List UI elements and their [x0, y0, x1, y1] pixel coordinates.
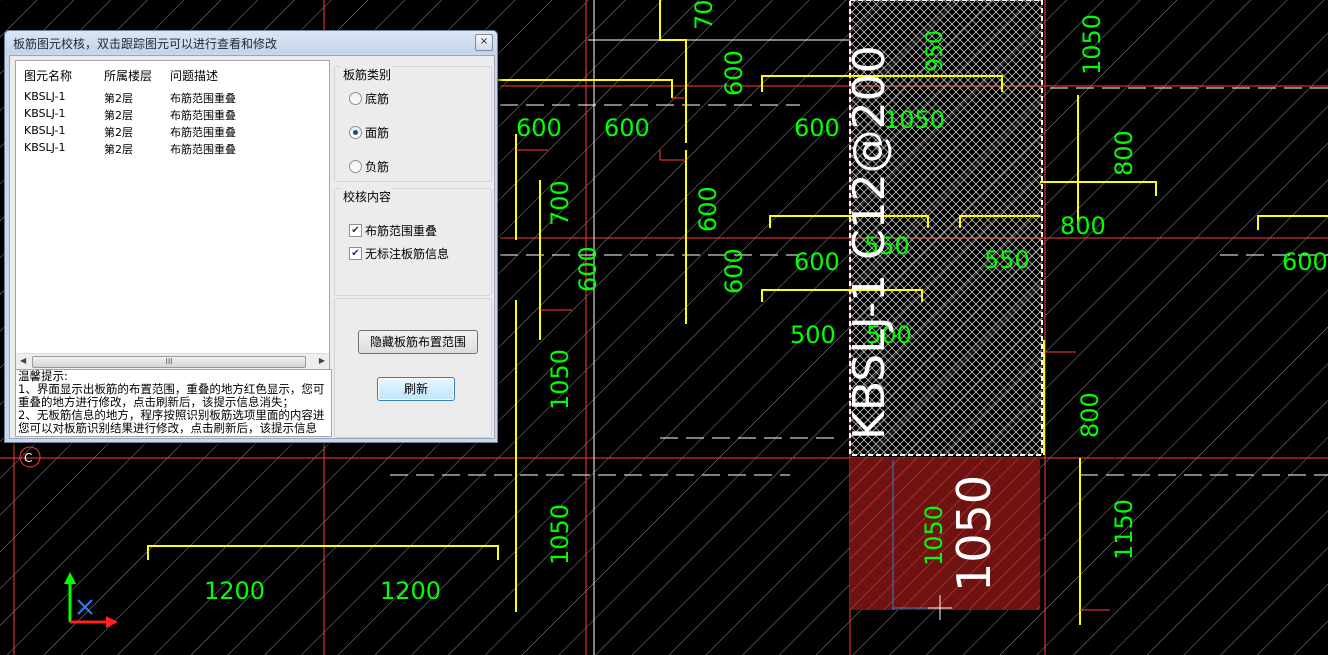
radio-icon[interactable]: [349, 92, 362, 105]
cell-name: KBSLJ-1: [24, 141, 66, 154]
dim-text: 600: [720, 50, 748, 96]
check-content-label: 校核内容: [341, 188, 394, 205]
radio-label[interactable]: 底筋: [365, 90, 389, 107]
dim-text: 600: [794, 114, 840, 142]
rebar-label[interactable]: KBSLJ-1 C12@200: [844, 45, 895, 440]
close-button[interactable]: ×: [475, 34, 493, 51]
rebar-check-dialog[interactable]: 板筋图元校核，双击跟踪图元可以进行查看和修改 × 图元名称 所属楼层 问题描述 …: [4, 30, 498, 443]
dim-text: 1150: [1110, 499, 1138, 560]
cell-name: KBSLJ-1: [24, 124, 66, 137]
dialog-title-bar[interactable]: 板筋图元校核，双击跟踪图元可以进行查看和修改 ×: [5, 31, 497, 53]
dim-text-large: 1050: [947, 475, 1001, 592]
dim-text: 800: [1076, 392, 1104, 438]
cell-issue: 布筋范围重叠: [170, 126, 236, 139]
col-header-floor[interactable]: 所属楼层: [104, 67, 152, 84]
cell-name: KBSLJ-1: [24, 107, 66, 120]
cell-floor: 第2层: [104, 143, 133, 156]
checkbox-checked-icon[interactable]: ✔: [349, 247, 362, 260]
dialog-title: 板筋图元校核，双击跟踪图元可以进行查看和修改: [13, 37, 278, 51]
options-panel: 板筋类别 底筋 面筋 负筋 校核内容 ✔ 布筋范围重叠 ✔ 无标注板筋信息 隐藏…: [332, 60, 492, 438]
dim-text: 1200: [380, 577, 441, 605]
axis-label: C: [24, 451, 32, 465]
dim-text: 1050: [920, 505, 948, 566]
refresh-button[interactable]: 刷新: [377, 377, 455, 401]
cell-floor: 第2层: [104, 109, 133, 122]
scroll-thumb[interactable]: III: [32, 356, 306, 368]
issue-list[interactable]: 图元名称 所属楼层 问题描述 KBSLJ-1 第2层 布筋范围重叠 KBSLJ-…: [15, 60, 330, 370]
dim-text: 950: [923, 30, 948, 72]
cell-floor: 第2层: [104, 126, 133, 139]
col-header-name[interactable]: 图元名称: [24, 67, 72, 84]
dim-text: 550: [984, 246, 1030, 274]
dim-text: 700: [690, 0, 718, 30]
dim-text: 700: [546, 180, 574, 226]
tips-text: 温馨提示: 1、界面显示出板筋的布置范围，重叠的地方红色显示，您可 重叠的地方进…: [15, 369, 332, 437]
radio-icon[interactable]: [349, 160, 362, 173]
check-content-group: 校核内容 ✔ 布筋范围重叠 ✔ 无标注板筋信息: [334, 188, 492, 296]
scroll-left-icon[interactable]: ◀: [20, 356, 26, 365]
cell-issue: 布筋范围重叠: [170, 143, 236, 156]
tips-line: 您可以对板筋识别结果进行修改，点击刷新后，该提示信息: [18, 421, 317, 435]
dim-text: 600: [1282, 248, 1328, 276]
dim-text: 600: [516, 114, 562, 142]
dim-text: 800: [1110, 130, 1138, 176]
checkbox-label[interactable]: 无标注板筋信息: [365, 245, 449, 262]
dim-text: 600: [694, 186, 722, 232]
rebar-type-label: 板筋类别: [341, 66, 394, 83]
cell-issue: 布筋范围重叠: [170, 92, 236, 105]
checkbox-label[interactable]: 布筋范围重叠: [365, 222, 437, 239]
dim-text: 600: [574, 246, 602, 292]
col-header-issue[interactable]: 问题描述: [170, 67, 218, 84]
dim-text: 1050: [546, 504, 574, 565]
actions-group: [334, 298, 492, 438]
cell-name: KBSLJ-1: [24, 90, 66, 103]
dim-text: 600: [720, 248, 748, 294]
dim-text: 500: [790, 321, 836, 349]
dim-text: 1050: [1078, 14, 1106, 75]
scroll-right-icon[interactable]: ▶: [319, 356, 325, 365]
checkbox-checked-icon[interactable]: ✔: [349, 224, 362, 237]
dialog-body: 图元名称 所属楼层 问题描述 KBSLJ-1 第2层 布筋范围重叠 KBSLJ-…: [9, 55, 495, 439]
cell-floor: 第2层: [104, 92, 133, 105]
horizontal-scrollbar[interactable]: ◀ III ▶: [16, 353, 329, 369]
dim-text: 1200: [204, 577, 265, 605]
radio-selected-icon[interactable]: [349, 126, 362, 139]
dim-text: 800: [1060, 212, 1106, 240]
radio-label[interactable]: 面筋: [365, 124, 389, 141]
radio-label[interactable]: 负筋: [365, 158, 389, 175]
rebar-type-group: 板筋类别 底筋 面筋 负筋: [334, 66, 492, 182]
dim-text: 1050: [546, 349, 574, 410]
dim-text: 600: [794, 248, 840, 276]
cell-issue: 布筋范围重叠: [170, 109, 236, 122]
dim-text: 600: [604, 114, 650, 142]
hide-range-button[interactable]: 隐藏板筋布置范围: [358, 330, 478, 354]
